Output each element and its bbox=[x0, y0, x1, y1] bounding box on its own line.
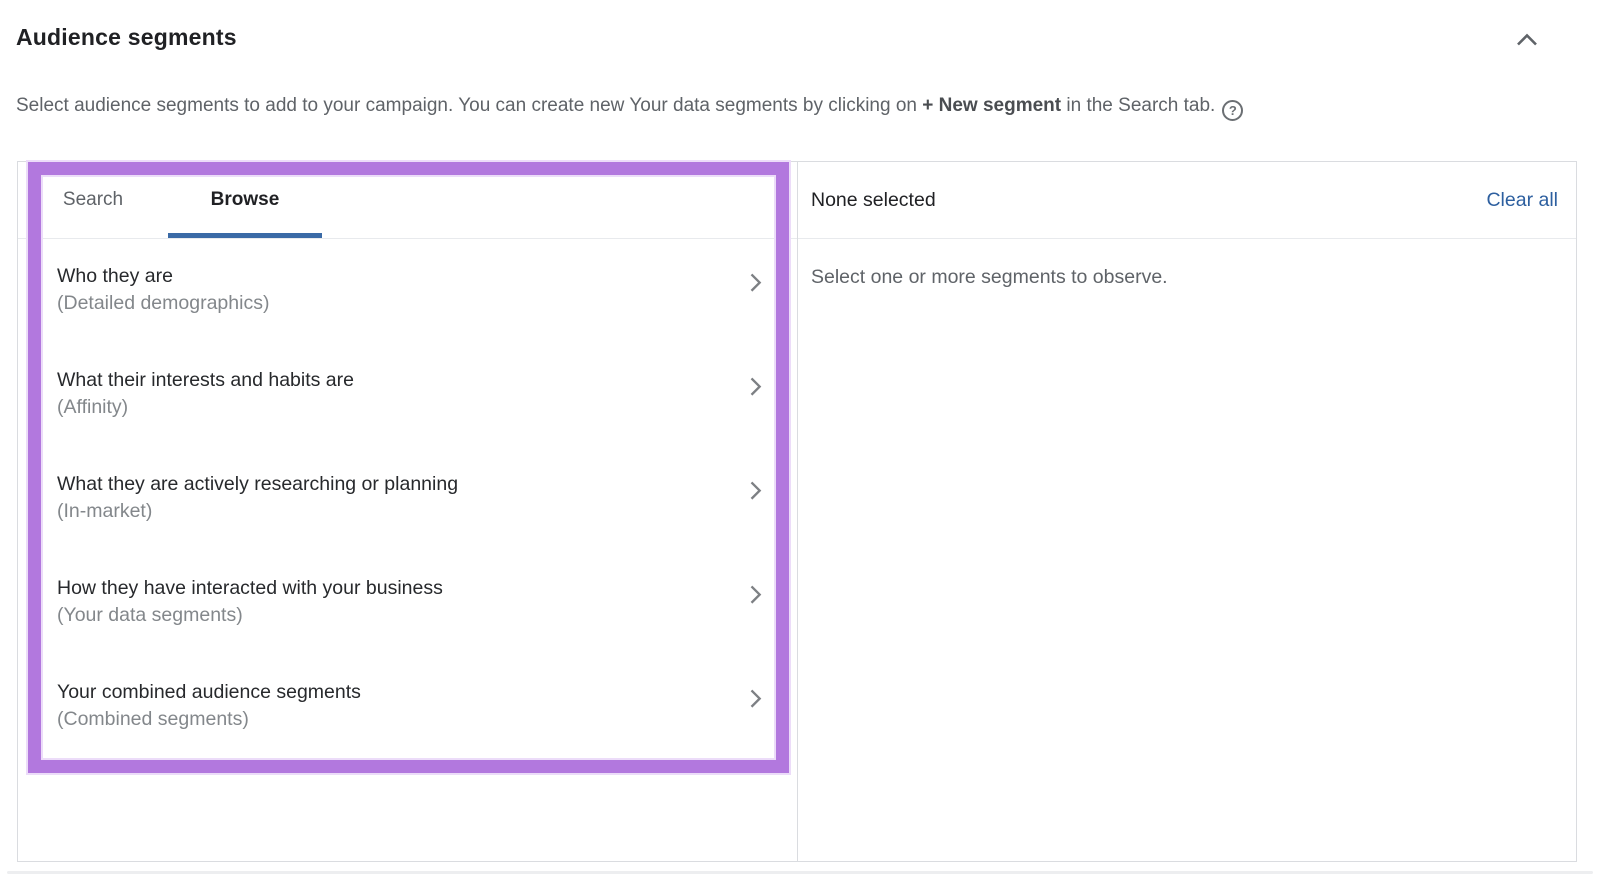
selection-empty-message: Select one or more segments to observe. bbox=[811, 266, 1168, 288]
selected-segments-panel: None selected Clear all Select one or mo… bbox=[798, 162, 1576, 861]
clear-all-link[interactable]: Clear all bbox=[1486, 189, 1558, 212]
tab-search[interactable]: Search bbox=[18, 162, 168, 238]
category-subtitle: (Your data segments) bbox=[57, 604, 243, 626]
chevron-right-icon bbox=[741, 372, 769, 400]
audience-segments-section: Audience segments Select audience segmen… bbox=[0, 0, 1600, 884]
category-row-in-market[interactable]: What they are actively researching or pl… bbox=[18, 459, 797, 563]
category-subtitle: (Combined segments) bbox=[57, 708, 249, 730]
category-row-interests-habits[interactable]: What their interests and habits are (Aff… bbox=[18, 355, 797, 459]
active-tab-underline bbox=[168, 233, 322, 238]
category-subtitle: (In-market) bbox=[57, 500, 153, 522]
category-subtitle: (Detailed demographics) bbox=[57, 292, 270, 314]
description-text: Select audience segments to add to your … bbox=[16, 95, 923, 116]
category-title: Your combined audience segments bbox=[57, 681, 361, 703]
chevron-up-icon bbox=[1511, 27, 1543, 53]
chevron-right-icon bbox=[741, 684, 769, 712]
category-title: What they are actively researching or pl… bbox=[57, 473, 459, 495]
page-title: Audience segments bbox=[16, 24, 237, 50]
chevron-right-icon bbox=[741, 476, 769, 504]
selection-status: None selected bbox=[811, 188, 936, 211]
audience-segments-card: Search Browse Who they are (Detailed dem… bbox=[17, 161, 1577, 862]
description-text-suffix: in the Search tab. bbox=[1061, 95, 1216, 116]
selection-header: None selected Clear all bbox=[798, 162, 1576, 239]
collapse-section-button[interactable] bbox=[1509, 24, 1545, 56]
section-description: Select audience segments to add to your … bbox=[16, 93, 1244, 121]
category-row-your-data[interactable]: How they have interacted with your busin… bbox=[18, 563, 797, 667]
segment-category-list: Who they are (Detailed demographics) Wha… bbox=[18, 239, 797, 771]
category-subtitle: (Affinity) bbox=[57, 396, 129, 418]
tab-bar: Search Browse bbox=[18, 162, 797, 239]
category-row-combined-segments[interactable]: Your combined audience segments (Combine… bbox=[18, 667, 797, 771]
category-title: What their interests and habits are bbox=[57, 369, 354, 391]
section-divider bbox=[7, 871, 1593, 874]
chevron-right-icon bbox=[741, 580, 769, 608]
help-icon[interactable]: ? bbox=[1222, 100, 1244, 121]
segment-browser-panel: Search Browse Who they are (Detailed dem… bbox=[18, 162, 798, 861]
new-segment-emphasis: + New segment bbox=[922, 95, 1062, 116]
tab-browse[interactable]: Browse bbox=[168, 162, 322, 238]
chevron-right-icon bbox=[741, 268, 769, 296]
tab-search-label: Search bbox=[62, 189, 124, 210]
category-title: How they have interacted with your busin… bbox=[57, 577, 443, 599]
tab-browse-label: Browse bbox=[210, 189, 280, 210]
category-title: Who they are bbox=[57, 265, 173, 287]
category-row-who-they-are[interactable]: Who they are (Detailed demographics) bbox=[18, 251, 797, 355]
